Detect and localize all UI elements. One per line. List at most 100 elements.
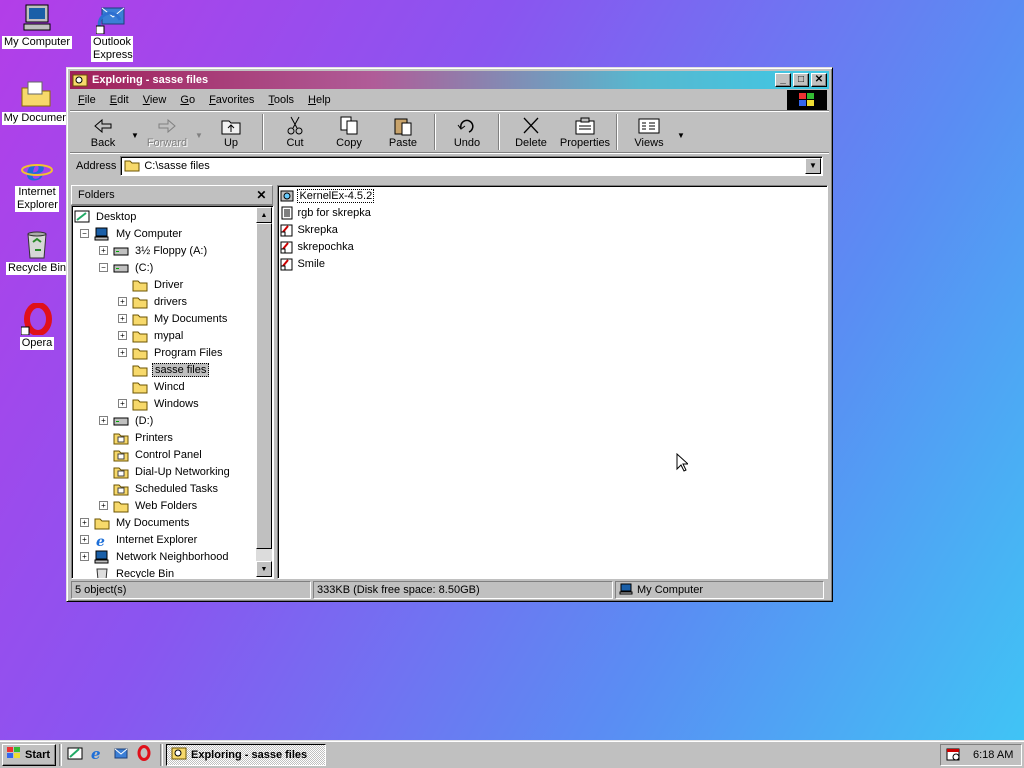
file-item[interactable]: rgb for skrepka [280, 204, 371, 221]
menu-help[interactable]: Help [308, 94, 331, 106]
expand-icon[interactable]: + [118, 297, 127, 306]
expand-icon[interactable]: + [118, 331, 127, 340]
tree-item[interactable]: sasse files [118, 361, 210, 378]
quicklaunch-internet-explorer[interactable]: e [88, 745, 108, 765]
title-bar[interactable]: Exploring - sasse files _ □ ✕ [70, 71, 829, 89]
folder-icon [132, 278, 148, 292]
tree-item[interactable]: +3½ Floppy (A:) [99, 242, 209, 259]
tree-item[interactable]: Dial-Up Networking [99, 463, 232, 480]
tree-item[interactable]: + Network Neighborhood [80, 548, 231, 565]
tree-item[interactable]: + My Documents [118, 310, 229, 327]
cut-button[interactable]: Cut [268, 116, 322, 149]
tree-item[interactable]: − My Computer [80, 225, 184, 242]
close-button[interactable]: ✕ [811, 73, 827, 87]
desktop-icon-my-computer[interactable]: My Computer [1, 2, 73, 49]
desktop-icon-opera[interactable]: Opera [1, 302, 73, 350]
desktop-icon-recycle-bin[interactable]: Recycle Bin [1, 228, 73, 275]
back-button[interactable]: Back [76, 116, 130, 149]
clock[interactable]: 6:18 AM [973, 749, 1013, 761]
expand-icon[interactable]: + [80, 552, 89, 561]
scroll-down-button[interactable]: ▼ [256, 561, 272, 577]
desktop-icon-outlook-express[interactable]: Outlook Express [76, 2, 148, 62]
tree-scrollbar[interactable]: ▲ ▼ [256, 207, 272, 577]
undo-button[interactable]: Undo [440, 116, 494, 149]
tree-item[interactable]: + (D:) [99, 412, 155, 429]
tree-item[interactable]: Wincd [118, 378, 187, 395]
up-button[interactable]: Up [204, 116, 258, 149]
tree-item[interactable]: Control Panel [99, 446, 204, 463]
tree-item[interactable]: + drivers [118, 293, 189, 310]
maximize-icon: □ [797, 74, 805, 85]
menu-view[interactable]: View [143, 94, 167, 106]
status-objects: 5 object(s) [71, 581, 311, 599]
paste-button[interactable]: Paste [376, 116, 430, 149]
tree-item[interactable]: + mypal [118, 327, 185, 344]
menu-favorites[interactable]: Favorites [209, 94, 254, 106]
collapse-icon[interactable]: − [80, 229, 89, 238]
tree-item[interactable]: Recycle Bin [80, 565, 176, 578]
tree-item-label: Network Neighborhood [116, 550, 229, 563]
minimize-button[interactable]: _ [775, 73, 791, 87]
tree-item[interactable]: Scheduled Tasks [99, 480, 220, 497]
file-item[interactable]: skrepochka [280, 238, 354, 255]
tree-item[interactable]: + My Documents [80, 514, 191, 531]
collapse-icon[interactable]: − [99, 263, 108, 272]
tree-item[interactable]: + Windows [118, 395, 201, 412]
opera-icon [136, 745, 152, 764]
tree-item[interactable]: + Program Files [118, 344, 224, 361]
tree-item[interactable]: Printers [99, 429, 175, 446]
expand-icon[interactable]: + [99, 501, 108, 510]
close-icon[interactable]: ✕ [256, 188, 266, 202]
tree-item[interactable]: Driver [118, 276, 185, 293]
toolbar-separator [262, 114, 264, 150]
tree-item[interactable]: + Web Folders [99, 497, 199, 514]
folder-icon [132, 295, 148, 309]
quicklaunch-opera[interactable] [134, 745, 154, 765]
tree-item-label: (D:) [135, 414, 154, 427]
delete-button[interactable]: Delete [504, 116, 558, 149]
scroll-thumb[interactable] [256, 223, 272, 549]
views-button[interactable]: Views [622, 116, 676, 149]
expand-icon[interactable]: + [118, 399, 127, 408]
expand-icon[interactable]: + [80, 518, 89, 527]
menu-edit[interactable]: Edit [110, 94, 129, 106]
quicklaunch-outlook-express[interactable] [111, 745, 131, 765]
taskbar-window-button[interactable]: Exploring - sasse files [166, 743, 326, 766]
address-field[interactable]: C:\sasse files ▼ [120, 155, 823, 176]
forward-button[interactable]: Forward [140, 116, 194, 149]
tree-item[interactable]: − (C:) [99, 259, 155, 276]
expand-icon[interactable]: + [99, 416, 108, 425]
back-dropdown-arrow[interactable]: ▼ [130, 125, 140, 140]
maximize-button[interactable]: □ [793, 73, 809, 87]
toolbar-separator [434, 114, 436, 150]
quicklaunch-show-desktop[interactable] [65, 745, 85, 765]
menu-go[interactable]: Go [180, 94, 195, 106]
views-dropdown-arrow[interactable]: ▼ [676, 125, 686, 140]
tree-item[interactable]: Desktop [74, 208, 138, 225]
file-item[interactable]: Skrepka [280, 221, 338, 238]
expand-icon[interactable]: + [80, 535, 89, 544]
scissors-icon [283, 116, 307, 136]
file-item[interactable]: KernelEx-4.5.2 [280, 187, 375, 204]
forward-dropdown-arrow[interactable]: ▼ [194, 125, 204, 140]
expand-icon[interactable]: + [99, 246, 108, 255]
expand-icon[interactable]: + [118, 348, 127, 357]
desktop-icon-my-documents[interactable]: My Documen [0, 78, 72, 125]
menu-bar: File Edit View Go Favorites Tools Help [70, 89, 829, 111]
copy-button[interactable]: Copy [322, 116, 376, 149]
expand-icon[interactable]: + [118, 314, 127, 323]
scheduler-tray-icon[interactable] [945, 746, 961, 765]
properties-button[interactable]: Properties [558, 116, 612, 149]
scroll-up-button[interactable]: ▲ [256, 207, 272, 223]
taskbar-separator [59, 743, 62, 766]
address-dropdown-button[interactable]: ▼ [805, 157, 821, 174]
up-folder-icon [219, 116, 243, 136]
menu-tools[interactable]: Tools [268, 94, 294, 106]
file-item[interactable]: Smile [280, 255, 325, 272]
menu-mnemonic: V [142, 93, 150, 106]
desktop-icon-internet-explorer[interactable]: e Internet Explorer [1, 152, 73, 212]
menu-file[interactable]: File [78, 94, 96, 106]
tree-item-label: Dial-Up Networking [135, 465, 230, 478]
tree-item[interactable]: + e Internet Explorer [80, 531, 199, 550]
start-button[interactable]: Start [2, 743, 56, 766]
